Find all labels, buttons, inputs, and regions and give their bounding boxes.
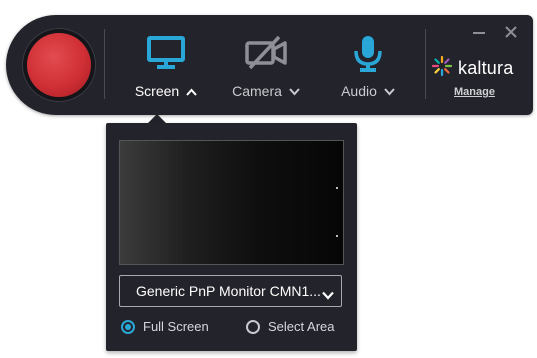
chevron-down-icon — [384, 83, 395, 99]
camera-source-label: Camera — [232, 83, 282, 99]
audio-source-label: Audio — [341, 83, 377, 99]
screen-options-panel: Generic PnP Monitor CMN1... Full Screen … — [106, 123, 357, 351]
preview-detail — [336, 235, 338, 237]
microphone-icon — [352, 35, 384, 78]
minimize-icon[interactable] — [472, 25, 486, 39]
radio-unselected-icon[interactable] — [246, 319, 260, 334]
manage-link[interactable]: Manage — [454, 86, 495, 98]
brand-name: kaltura — [458, 58, 514, 78]
chevron-up-icon — [186, 83, 197, 99]
preview-detail — [336, 187, 338, 189]
audio-source-button[interactable]: Audio — [326, 35, 410, 101]
screen-source-label: Screen — [134, 83, 180, 99]
camera-off-icon — [244, 35, 288, 76]
full-screen-label: Full Screen — [143, 319, 209, 334]
chevron-down-icon — [322, 287, 334, 303]
panel-caret — [148, 114, 166, 123]
divider — [425, 29, 426, 99]
select-area-label: Select Area — [268, 319, 335, 334]
monitor-select[interactable]: Generic PnP Monitor CMN1... — [119, 275, 342, 307]
kaltura-spark-logo — [431, 55, 453, 81]
record-button[interactable] — [27, 33, 91, 97]
select-area-option[interactable]: Select Area — [246, 319, 335, 334]
divider — [104, 29, 105, 99]
monitor-select-value: Generic PnP Monitor CMN1... — [136, 283, 321, 299]
camera-source-button[interactable]: Camera — [224, 35, 308, 101]
full-screen-option[interactable]: Full Screen — [121, 319, 209, 334]
kaltura-brand: kaltura — [431, 55, 514, 81]
close-icon[interactable] — [504, 25, 518, 39]
screen-preview — [119, 140, 344, 265]
screen-source-button[interactable]: Screen — [124, 35, 208, 101]
chevron-down-icon — [289, 83, 300, 99]
recorder-toolbar: Screen Camera Audio kaltura Manage — [6, 15, 533, 115]
monitor-icon — [146, 35, 186, 76]
radio-selected-icon[interactable] — [121, 319, 135, 334]
